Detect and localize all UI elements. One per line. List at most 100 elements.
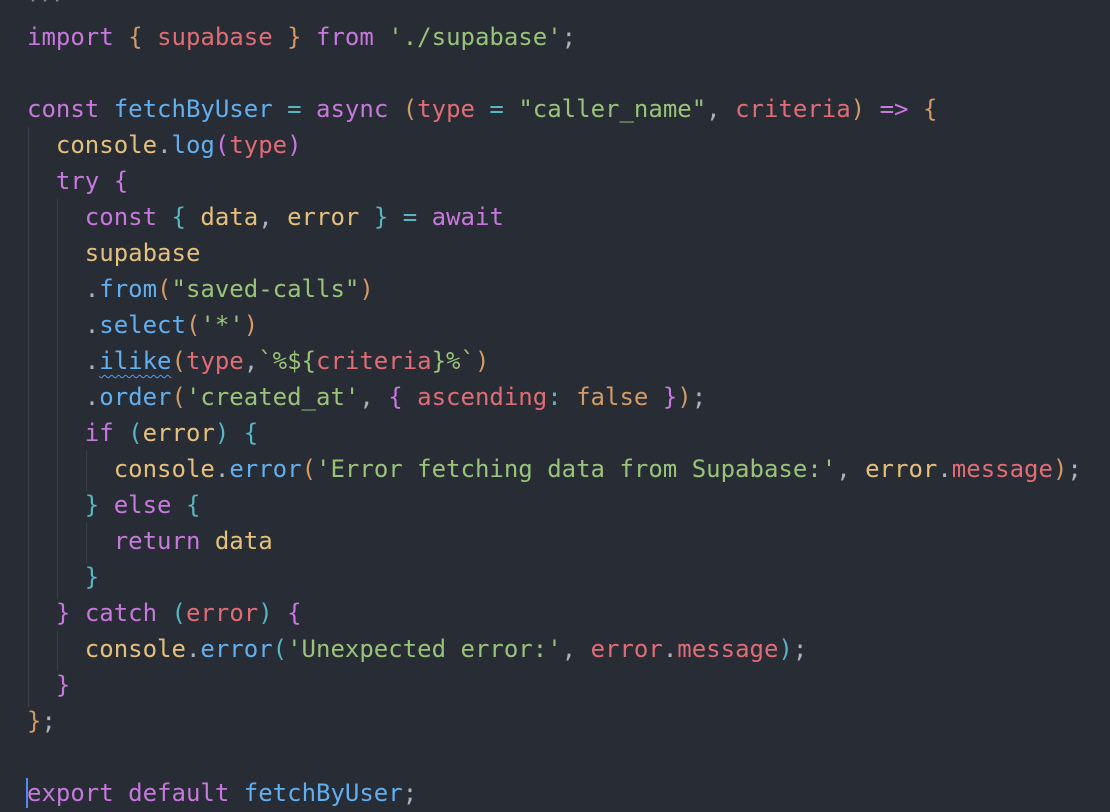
code-token: = — [489, 95, 504, 123]
code-token: error — [200, 635, 273, 663]
code-token: 'created_at' — [185, 383, 360, 411]
code-token: try — [55, 167, 100, 195]
code-token: . — [84, 311, 100, 339]
code-line[interactable]: console.error('Error fetching data from … — [27, 451, 1082, 487]
code-token: => — [879, 95, 909, 123]
code-token: ( — [171, 347, 186, 375]
code-token: ··· — [27, 0, 64, 12]
code-token: { — [128, 23, 143, 51]
code-token: log — [171, 131, 215, 159]
code-token: = — [287, 95, 302, 123]
code-line[interactable]: export default fetchByUser; — [0, 775, 1110, 811]
code-token: ) — [287, 131, 302, 159]
code-line[interactable]: }; — [27, 703, 1082, 739]
code-token: ) — [778, 635, 793, 663]
code-token: } — [373, 203, 389, 231]
code-token: } — [55, 599, 71, 627]
code-line[interactable]: .from("saved-calls") — [27, 271, 1082, 307]
code-token: { — [171, 203, 186, 231]
code-token: ( — [402, 95, 418, 123]
code-token: catch — [84, 599, 158, 627]
code-token: ) — [677, 383, 692, 411]
code-line[interactable] — [27, 739, 1082, 775]
code-line[interactable]: const { data, error } = await — [27, 199, 1082, 235]
text-cursor — [26, 778, 28, 808]
code-token: fetchByUser — [113, 95, 273, 123]
code-token: ; — [561, 23, 577, 51]
code-token: ) — [359, 275, 374, 303]
code-token: if — [84, 419, 114, 447]
code-token: async — [316, 95, 389, 123]
code-token: , — [258, 203, 288, 231]
code-line[interactable]: } — [27, 667, 1082, 703]
code-token: message — [951, 455, 1053, 483]
code-editor[interactable]: ··· import { supabase } from './supabase'… — [0, 0, 1110, 812]
code-token: ilike — [99, 347, 172, 375]
code-area[interactable]: ··· import { supabase } from './supabase'… — [0, 0, 1110, 811]
code-token: ; — [41, 707, 56, 735]
code-line[interactable]: } — [27, 559, 1082, 595]
code-line[interactable]: try { — [27, 163, 1082, 199]
code-token: '*' — [200, 311, 244, 339]
code-token: = — [402, 203, 418, 231]
code-token: data — [214, 527, 273, 555]
code-token: "caller_name" — [518, 95, 707, 123]
code-token: } — [84, 563, 100, 591]
code-token: const — [27, 95, 100, 123]
code-token: ; — [1067, 455, 1082, 483]
code-line[interactable] — [27, 55, 1082, 91]
code-token: } — [84, 491, 100, 519]
code-token: { — [388, 383, 403, 411]
code-token: error — [865, 455, 938, 483]
code-line[interactable]: } catch (error) { — [27, 595, 1082, 631]
code-line[interactable]: supabase — [27, 235, 1082, 271]
code-line[interactable]: return data — [27, 523, 1082, 559]
code-token: supabase — [157, 23, 273, 51]
code-token: , — [243, 347, 259, 375]
code-line[interactable]: if (error) { — [27, 415, 1082, 451]
code-line[interactable]: import { supabase } from './supabase'; — [27, 19, 1082, 55]
code-token: ) — [850, 95, 866, 123]
code-token: ) — [214, 419, 230, 447]
code-token: . — [84, 275, 100, 303]
code-line[interactable]: console.error('Unexpected error:', error… — [27, 631, 1082, 667]
code-token: { — [287, 599, 302, 627]
code-token: ) — [258, 599, 273, 627]
code-token: await — [431, 203, 504, 231]
code-line[interactable]: const fetchByUser = async (type = "calle… — [27, 91, 1082, 127]
code-token: ( — [171, 599, 186, 627]
code-line[interactable]: } else { — [27, 487, 1082, 523]
code-token: ascending — [417, 383, 548, 411]
code-line[interactable]: ··· — [27, 0, 1082, 19]
code-token: . — [84, 383, 100, 411]
code-token: . — [937, 455, 952, 483]
code-line[interactable]: .ilike(type,`%${criteria}%`) — [27, 343, 1082, 379]
code-token: else — [113, 491, 172, 519]
code-token: ; — [792, 635, 808, 663]
code-line[interactable]: .select('*') — [27, 307, 1082, 343]
code-line[interactable]: .order('created_at', { ascending: false … — [27, 379, 1082, 415]
code-token: ; — [402, 779, 418, 807]
code-line[interactable]: console.log(type) — [27, 127, 1082, 163]
code-token: ) — [243, 311, 259, 339]
